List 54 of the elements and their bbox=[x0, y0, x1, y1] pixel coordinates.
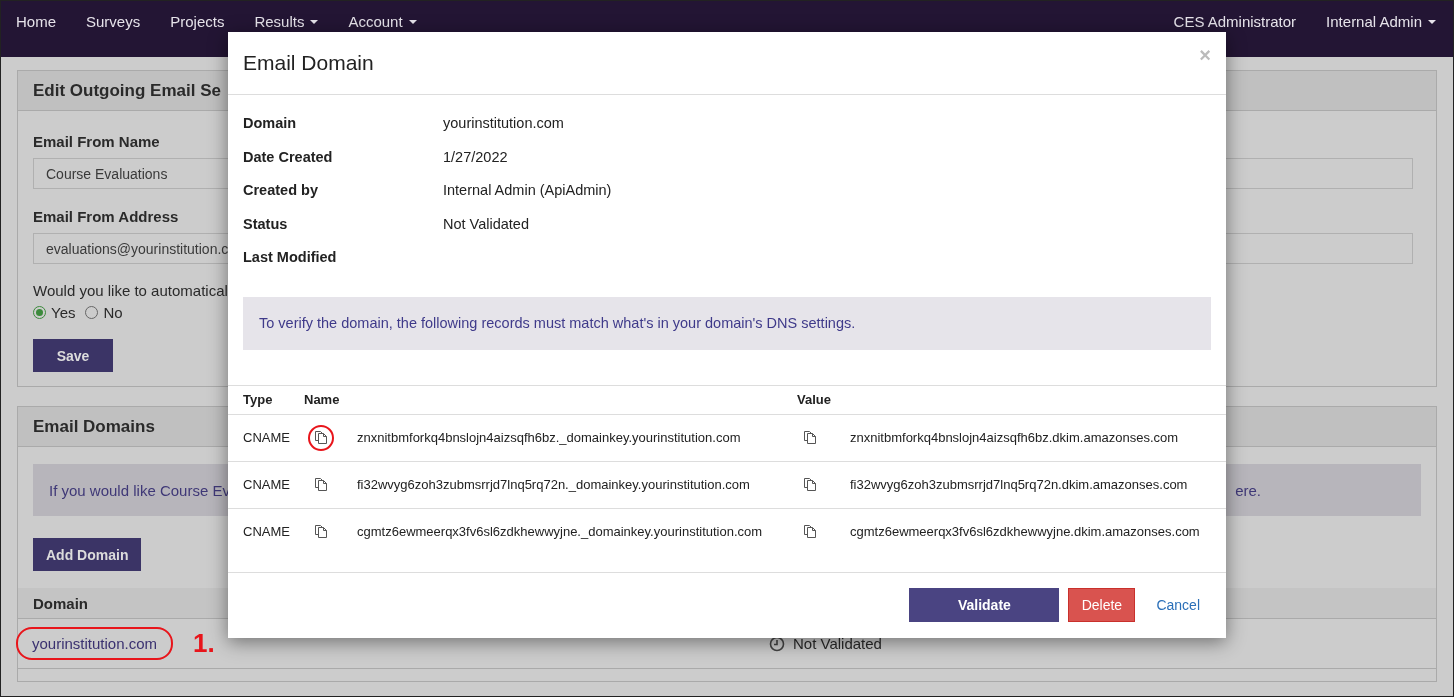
validate-button[interactable]: Validate bbox=[909, 587, 1060, 622]
radio-button[interactable] bbox=[33, 306, 46, 319]
nav-link[interactable]: CES Administrator bbox=[1173, 13, 1297, 30]
detail-value: Not Validated bbox=[443, 215, 529, 232]
copy-button[interactable] bbox=[308, 424, 334, 451]
callout-number: 1. bbox=[193, 628, 215, 659]
column-header: Value bbox=[797, 392, 831, 407]
copy-icon bbox=[313, 476, 329, 493]
nav-link[interactable]: Home bbox=[16, 13, 56, 30]
table-cell-text: fi32wvyg6zoh3zubmsrrjd7lnq5rq72n.dkim.amazonses.com bbox=[850, 477, 1189, 492]
nav-link[interactable]: Surveys bbox=[86, 13, 141, 30]
table-cell-text: CNAME bbox=[243, 430, 291, 445]
clock-icon bbox=[769, 635, 785, 652]
detail-label: Date Created bbox=[243, 148, 334, 167]
detail-value: yourinstitution.com bbox=[443, 115, 564, 131]
add-domain-button[interactable]: Add Domain bbox=[33, 538, 142, 571]
detail-label: Status bbox=[243, 215, 289, 234]
column-header: Domain bbox=[33, 594, 88, 612]
table-cell-text: CNAME bbox=[243, 477, 291, 492]
alert-text: ere. bbox=[1235, 481, 1261, 499]
nav-link[interactable]: Results bbox=[254, 13, 319, 30]
copy-icon bbox=[802, 429, 818, 446]
field-label: Email From Address bbox=[33, 208, 179, 225]
cancel-link[interactable]: Cancel bbox=[1144, 596, 1200, 613]
detail-value: 1/27/2022 bbox=[443, 148, 508, 165]
column-header: Type bbox=[243, 392, 273, 407]
table-cell-text: cgmtz6ewmeerqx3fv6sl6zdkhewwyjne.dkim.amazonses.com bbox=[850, 524, 1201, 539]
status-text: Not Validated bbox=[793, 635, 882, 652]
copy-icon bbox=[802, 523, 818, 540]
radio-label: Yes bbox=[51, 304, 76, 321]
table-cell-text: cgmtz6ewmeerqx3fv6sl6zdkhewwyjne._domainkey.yourinstitution.com bbox=[357, 524, 764, 539]
radio-button[interactable] bbox=[85, 306, 99, 319]
nav-link[interactable]: Projects bbox=[170, 13, 225, 30]
radio-label: No bbox=[103, 304, 123, 321]
column-header: Name bbox=[304, 392, 340, 407]
copy-icon bbox=[313, 523, 329, 540]
nav-link[interactable]: Account bbox=[348, 13, 417, 30]
table-cell-text: CNAME bbox=[243, 524, 291, 539]
table-cell-text: znxnitbmforkq4bnslojn4aizsqfh6bz.dkim.amazonses.com bbox=[850, 430, 1180, 445]
detail-label: Last Modified bbox=[243, 249, 338, 267]
table-cell-text: znxnitbmforkq4bnslojn4aizsqfh6bz._domainkey.yourinstitution.com bbox=[357, 430, 742, 445]
copy-icon bbox=[802, 476, 818, 493]
copy-icon bbox=[313, 429, 329, 446]
field-label: Email From Name bbox=[33, 133, 160, 150]
detail-label: Domain bbox=[243, 115, 298, 133]
delete-button[interactable]: Delete bbox=[1068, 587, 1136, 622]
detail-label: Created by bbox=[243, 182, 319, 200]
info-alert: To verify the domain, the following records must match what's in your domain's DNS settings. bbox=[243, 296, 1211, 350]
nav-link[interactable]: Internal Admin bbox=[1326, 13, 1436, 30]
detail-value: Internal Admin (ApiAdmin) bbox=[443, 182, 612, 198]
question-text: Would you like to automatical bbox=[33, 282, 228, 299]
table-cell-text: fi32wvyg6zoh3zubmsrrjd7lnq5rq72n._domainkey.yourinstitution.com bbox=[357, 477, 751, 492]
save-button[interactable]: Save bbox=[33, 339, 113, 372]
domain-link[interactable]: yourinstitution.com bbox=[16, 627, 174, 660]
